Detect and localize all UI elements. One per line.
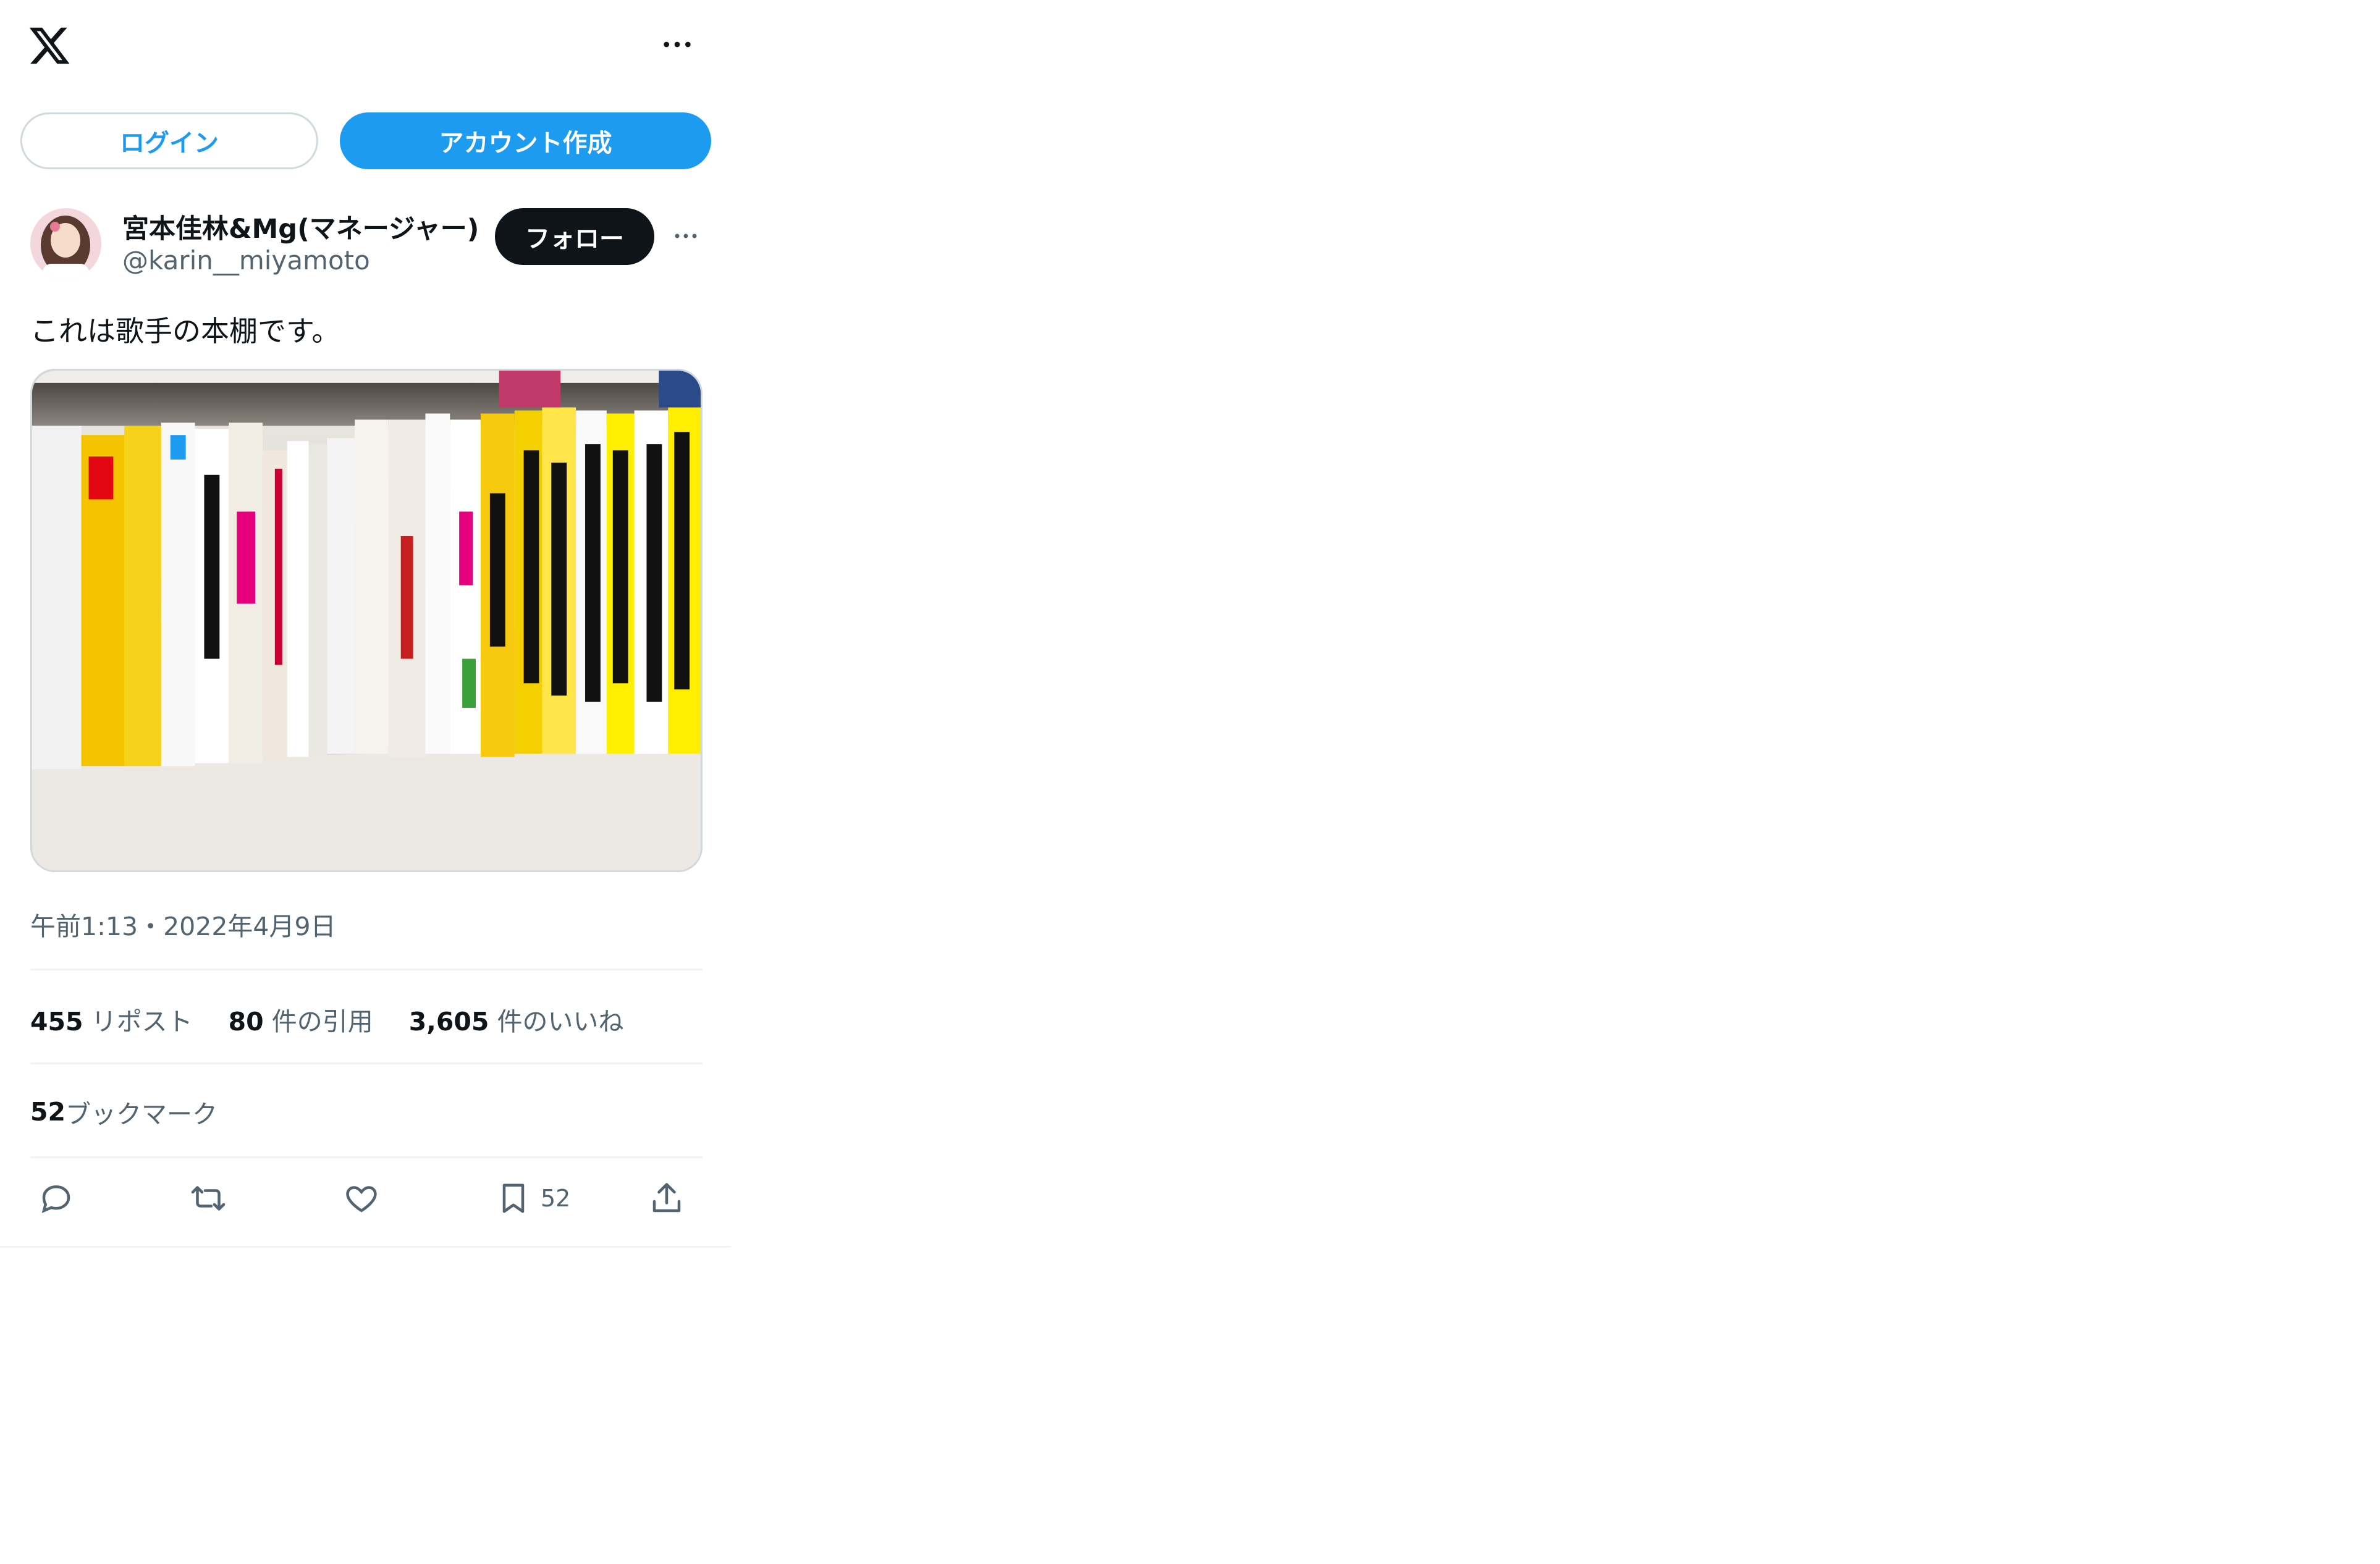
bookmark-count: 52 xyxy=(541,1185,571,1212)
likes-label: 件のいいね xyxy=(497,1007,624,1036)
tweet-photo-bookshelf[interactable] xyxy=(30,369,703,872)
follow-button[interactable]: フォロー xyxy=(495,208,654,265)
author-handle[interactable]: @karin__miyamoto xyxy=(122,245,370,275)
quotes-count: 80 xyxy=(228,1007,264,1036)
quotes-label: 件の引用 xyxy=(271,1007,373,1036)
heart-icon xyxy=(346,1186,377,1213)
tweet-text: これは歌手の本棚です。 xyxy=(30,314,340,348)
bookmarks-stat[interactable]: 52 ブックマーク xyxy=(30,1093,217,1130)
share-icon xyxy=(652,1183,681,1213)
reply-icon xyxy=(41,1185,70,1213)
reposts-stat[interactable]: 455 リポスト xyxy=(30,1001,193,1038)
tweet-timestamp[interactable]: 午前1:13・2022年4月9日 xyxy=(30,906,336,943)
avatar[interactable] xyxy=(30,208,101,279)
tweet-stats: 455 リポスト 80 件の引用 3,605 件のいいね xyxy=(30,1001,623,1038)
reposts-count: 455 xyxy=(30,1007,83,1036)
repost-icon xyxy=(191,1186,226,1211)
divider xyxy=(30,1062,703,1064)
repost-button[interactable] xyxy=(190,1174,227,1223)
tweet-page: ログイン アカウント作成 宮本佳林&Mg(マネージャー) @karin__miy… xyxy=(0,0,731,1248)
author-display-name[interactable]: 宮本佳林&Mg(マネージャー) xyxy=(122,208,479,246)
likes-stat[interactable]: 3,605 件のいいね xyxy=(409,1001,624,1038)
reply-button[interactable] xyxy=(38,1174,75,1223)
likes-count: 3,605 xyxy=(408,1007,489,1036)
bookmark-icon xyxy=(502,1184,525,1213)
quotes-stat[interactable]: 80 件の引用 xyxy=(229,1001,373,1038)
tweet-more-icon[interactable] xyxy=(667,224,704,248)
like-button[interactable] xyxy=(343,1174,380,1223)
more-horizontal-icon[interactable] xyxy=(659,32,696,57)
create-account-button[interactable]: アカウント作成 xyxy=(340,112,711,169)
reposts-label: リポスト xyxy=(91,1007,193,1036)
tweet-action-bar: 52 xyxy=(30,1174,703,1223)
divider xyxy=(30,1156,703,1158)
bookmarks-count: 52 xyxy=(30,1097,66,1127)
bookmarks-label: ブックマーク xyxy=(65,1099,218,1129)
share-button[interactable] xyxy=(648,1174,685,1223)
bookmark-button[interactable]: 52 xyxy=(495,1174,570,1223)
login-button[interactable]: ログイン xyxy=(20,112,318,169)
divider xyxy=(30,969,703,970)
x-logo-icon[interactable] xyxy=(27,23,72,68)
